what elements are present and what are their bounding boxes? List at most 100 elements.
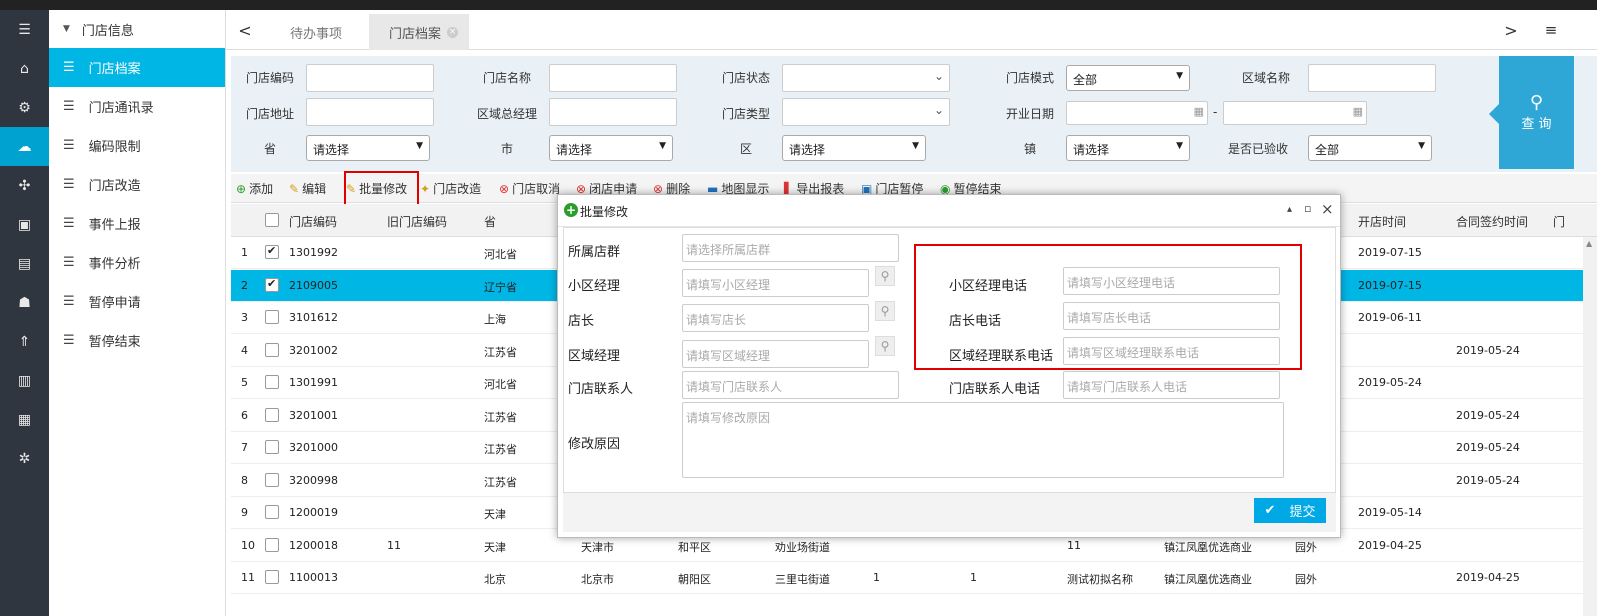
province-select[interactable]: 请选择 ▼ [306,135,430,161]
label-accepted: 是否已验收 [1228,142,1289,156]
open-date-from-input[interactable]: ▦ [1066,101,1208,125]
store-contact-phone-input[interactable]: 请填写门店联系人电话 [1063,371,1280,399]
table-cell: 5 [241,376,248,389]
tab-store-archive[interactable]: 门店档案 × [369,14,469,50]
row-checkbox[interactable] [265,440,279,454]
sidebar-item[interactable]: ☰ 暂停申请 [49,282,225,321]
toolbar-button[interactable]: ⊗ 门店取消 [499,180,560,197]
dialog-footer [563,492,1336,532]
db-icon[interactable]: ▦ [0,400,49,439]
home-icon[interactable]: ⌂ [0,49,49,88]
city-select[interactable]: 请选择 ▼ [549,135,673,161]
tab-menu-button[interactable]: ≡ [1532,10,1570,50]
select-all-checkbox[interactable] [265,213,279,227]
window-icon[interactable]: ▣ [0,205,49,244]
tab-next-button[interactable]: > [1492,10,1530,50]
table-cell: 1 [241,246,248,259]
toolbar-button[interactable]: ✦ 门店改造 [420,180,481,197]
table-cell: 江苏省 [484,475,517,489]
list-icon: ☰ [63,216,75,231]
sidebar-item[interactable]: ☰ 事件上报 [49,204,225,243]
region-manager-input[interactable]: 请填写区域经理 [682,340,869,368]
row-checkbox[interactable] [265,244,279,259]
gear-icon[interactable]: ✲ [0,439,49,478]
table-cell: 2019-07-15 [1358,278,1422,292]
row-checkbox[interactable] [265,277,279,292]
table-row[interactable]: 11 1100013 北京 北京市 朝阳区 三里屯街道 1 1 测试初拟名称 镇江凤凰优选商业 园外… [231,562,1597,594]
label-store-contact-phone: 门店联系人电话 [949,382,1041,397]
accepted-select[interactable]: 全部 ▼ [1308,135,1432,161]
change-reason-textarea[interactable]: 请填写修改原因 [682,402,1284,478]
store-type-select[interactable]: ⌄ [782,98,950,126]
collapse-icon[interactable]: ▴ [1287,204,1292,215]
store-contact-input[interactable]: 请填写门店联系人 [682,371,899,399]
sidebar-group-store-info[interactable]: ▼ 门店信息 [49,10,225,48]
calendar-icon[interactable]: ▦ [1194,105,1204,118]
store-name-input[interactable] [549,64,677,92]
search-icon[interactable]: ⚲ [875,336,895,356]
table-cell: 1 [873,571,880,584]
table-cell: 2019-04-25 [1456,571,1520,584]
store-address-input[interactable] [306,98,434,126]
sidebar-item[interactable]: ☰ 门店档案 [49,48,225,87]
tab-todo[interactable]: 待办事项 [274,14,384,50]
printer-icon[interactable]: ▥ [0,361,49,400]
sidebar-item-label: 门店通讯录 [88,101,154,116]
media-icon[interactable]: ▤ [0,244,49,283]
toolbar-button[interactable]: ⊕ 添加 [236,180,273,197]
store-mode-select[interactable]: 全部 ▼ [1066,65,1190,91]
store-group-input[interactable]: 请选择所属店群 [682,234,899,262]
tab-prev-button[interactable]: < [226,10,264,50]
table-cell: 镇江凤凰优选商业 [1164,540,1252,554]
search-icon[interactable]: ⚲ [875,266,895,286]
row-checkbox[interactable] [265,472,279,487]
row-checkbox[interactable] [265,407,279,422]
share-icon[interactable]: ✣ [0,166,49,205]
store-manager-input[interactable]: 请填写店长 [682,304,869,332]
sidebar-item[interactable]: ☰ 暂停结束 [49,321,225,360]
store-code-input[interactable] [306,64,434,92]
label-change-reason: 修改原因 [568,437,621,452]
table-scrollbar[interactable]: ▲ [1583,237,1597,616]
scroll-up-icon[interactable]: ▲ [1586,239,1592,248]
table-cell: 江苏省 [484,443,517,456]
submit-button[interactable]: ✔ 提交 [1254,498,1326,523]
row-checkbox[interactable] [265,375,279,389]
query-button[interactable]: ⚲ 查 询 [1489,56,1574,169]
phone-fields-highlight [914,244,1302,370]
district-select[interactable]: 请选择 ▼ [782,135,926,161]
sidebar-item[interactable]: ☰ 事件分析 [49,243,225,282]
region-name-input[interactable] [1308,64,1436,92]
row-checkbox[interactable] [265,570,279,584]
store-status-select[interactable]: ⌄ [782,64,950,92]
sidebar-item[interactable]: ☰ 门店通讯录 [49,87,225,126]
table-cell: 11 [387,538,401,552]
row-checkbox[interactable] [265,505,279,519]
district-manager-input[interactable]: 请填写小区经理 [682,269,869,297]
maximize-icon[interactable]: ▫ [1304,202,1311,215]
close-icon[interactable]: × [1321,200,1334,218]
list-icon: ☰ [63,255,75,270]
search-icon[interactable]: ⚲ [875,301,895,321]
close-tab-icon[interactable]: × [447,26,459,38]
robot-icon[interactable]: ☗ [0,283,49,322]
rocket-icon[interactable]: ⇑ [0,322,49,361]
menu-icon[interactable]: ☰ [0,10,49,49]
toolbar-button-label: 添加 [249,182,274,196]
table-cell: 天津 [484,540,506,554]
cluster-icon[interactable]: ☁ [0,127,49,166]
row-checkbox[interactable] [265,310,279,324]
user-cog-icon[interactable]: ⚙ [0,88,49,127]
region-gm-input[interactable] [549,98,677,126]
sidebar-item[interactable]: ☰ 门店改造 [49,165,225,204]
row-checkbox[interactable] [265,537,279,552]
toolbar-button[interactable]: ✎ 编辑 [289,180,326,197]
open-date-to-input[interactable]: ▦ [1223,101,1367,125]
sidebar-item[interactable]: ☰ 编码限制 [49,126,225,165]
table-cell: 上海 [484,313,506,326]
table-cell: 2019-07-15 [1358,246,1422,259]
calendar-icon[interactable]: ▦ [1353,105,1363,118]
town-select[interactable]: 请选择 ▼ [1066,135,1190,161]
table-cell: 7 [241,441,248,454]
row-checkbox[interactable] [265,342,279,357]
